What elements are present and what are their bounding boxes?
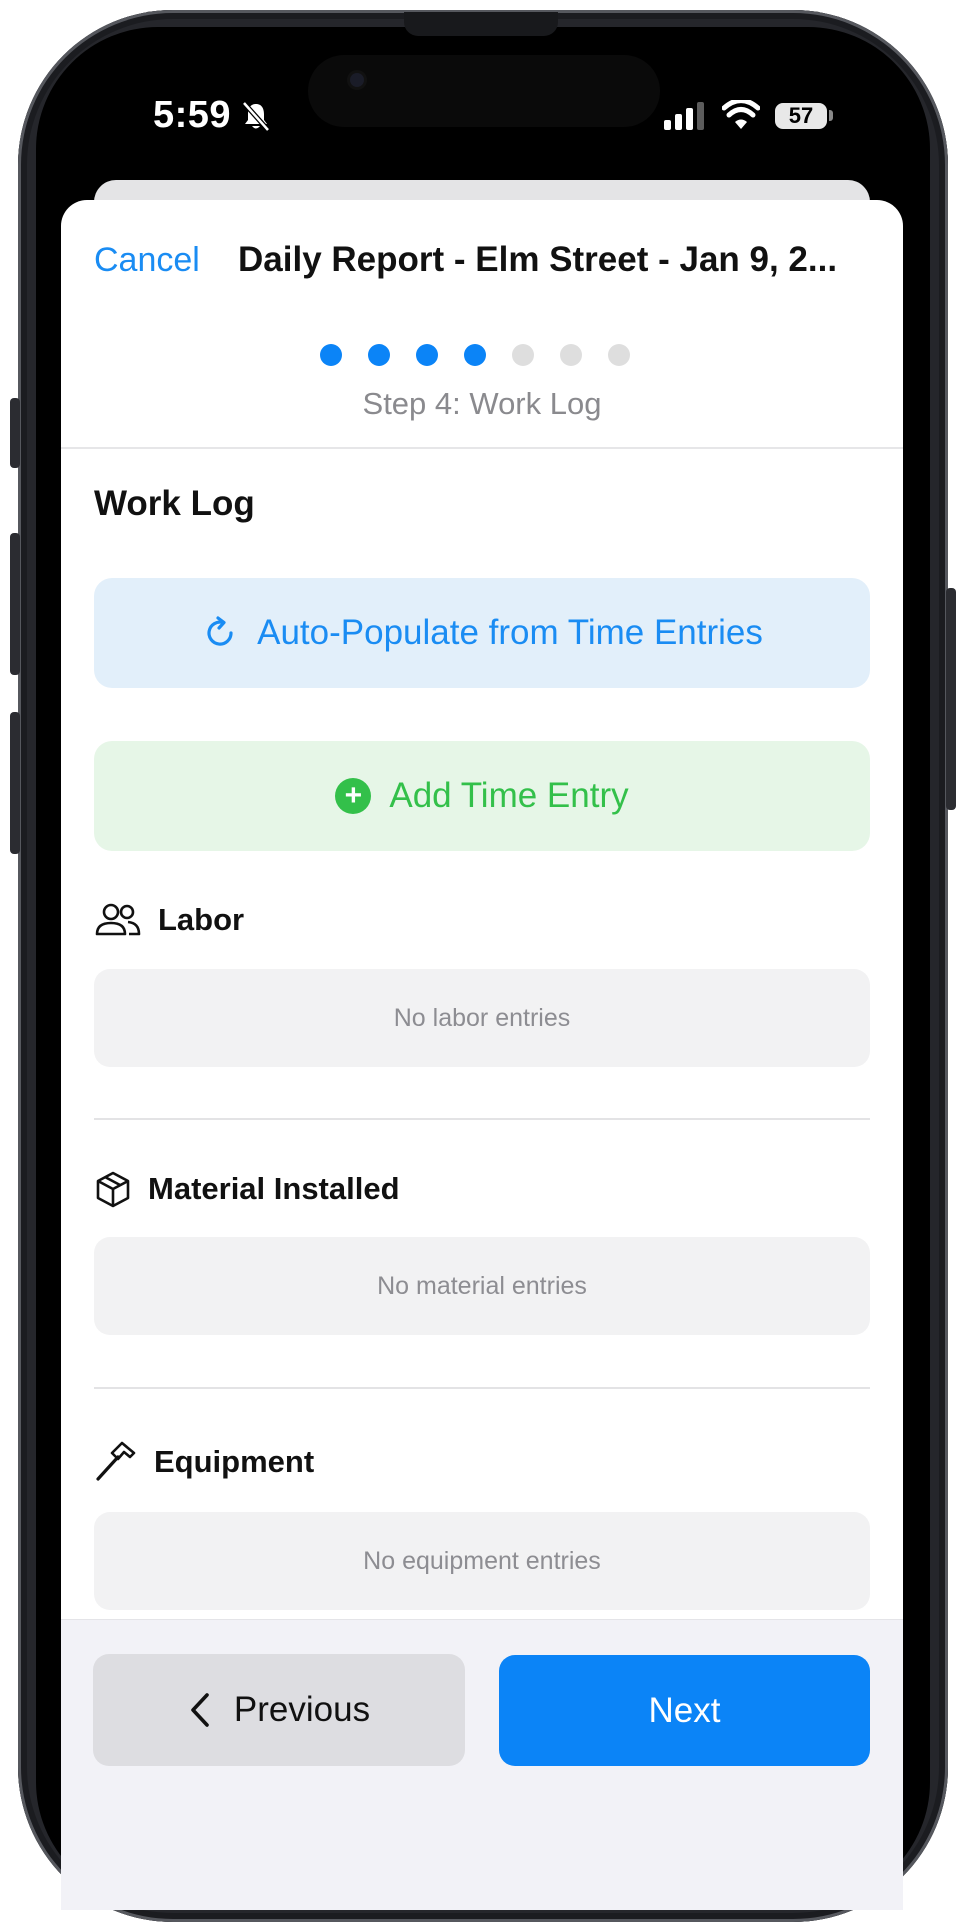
next-button[interactable]: Next [499, 1655, 870, 1766]
auto-populate-label: Auto-Populate from Time Entries [257, 613, 763, 652]
equipment-empty-state: No equipment entries [94, 1512, 870, 1610]
status-time: 5:59 [153, 94, 232, 136]
step-dot [368, 344, 390, 366]
chevron-left-icon [191, 1693, 209, 1727]
step-dot [560, 344, 582, 366]
previous-label: Previous [233, 1690, 371, 1729]
people-icon [95, 903, 141, 936]
refresh-icon [207, 616, 233, 646]
volume-up-button [10, 533, 20, 675]
box-icon [96, 1171, 130, 1208]
auto-populate-button[interactable]: Auto-Populate from Time Entries [94, 578, 870, 688]
step-dot [320, 344, 342, 366]
labor-title: Labor [158, 902, 245, 937]
section-divider [94, 1118, 870, 1120]
wifi-icon [722, 100, 760, 129]
step-dot [416, 344, 438, 366]
equipment-title: Equipment [154, 1444, 315, 1479]
bell-slash-icon [242, 101, 270, 132]
page-title: Daily Report - Elm Street - Jan 9, 2... [238, 240, 838, 279]
step-dot [512, 344, 534, 366]
step-label: Step 4: Work Log [362, 386, 602, 421]
step-dot [464, 344, 486, 366]
plus-circle-icon: + [335, 778, 372, 814]
add-time-entry-label: Add Time Entry [389, 776, 629, 815]
material-empty-state: No material entries [94, 1237, 870, 1335]
labor-empty-state: No labor entries [94, 969, 870, 1067]
section-divider [94, 1387, 870, 1389]
equipment-header: Equipment [94, 1441, 314, 1483]
hammer-icon [96, 1441, 136, 1481]
speaker-grille [404, 12, 558, 36]
cellular-signal-icon [664, 102, 704, 130]
step-dot [608, 344, 630, 366]
add-time-entry-button[interactable]: + Add Time Entry [94, 741, 870, 851]
cancel-button[interactable]: Cancel [94, 241, 200, 280]
front-camera [350, 73, 364, 87]
action-button [10, 398, 20, 468]
battery-icon: 57 [775, 103, 827, 129]
battery-cap [829, 110, 833, 121]
material-header: Material Installed [94, 1170, 400, 1208]
dynamic-island [308, 55, 660, 127]
section-title: Work Log [94, 484, 255, 523]
material-title: Material Installed [148, 1171, 400, 1206]
labor-header: Labor [94, 902, 244, 938]
volume-down-button [10, 712, 20, 854]
header-divider [61, 447, 903, 449]
power-button [946, 588, 956, 810]
previous-button[interactable]: Previous [93, 1654, 465, 1766]
step-progress-indicator [320, 344, 650, 370]
